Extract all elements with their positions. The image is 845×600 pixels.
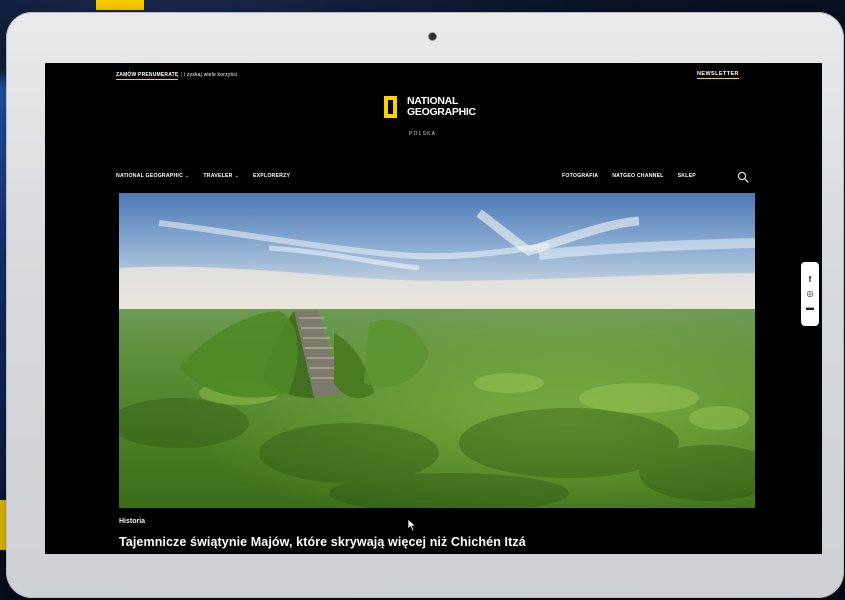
nav-item-national-geographic[interactable]: NATIONAL GEOGRAPHIC ⌄ xyxy=(116,173,189,179)
youtube-icon[interactable]: ▬ xyxy=(806,304,814,312)
subscribe-separator: | xyxy=(180,72,182,78)
mouse-cursor-icon xyxy=(407,518,417,532)
nav-item-sklep[interactable]: SKLEP xyxy=(678,173,696,179)
yellow-border-logo-icon xyxy=(384,96,397,118)
instagram-icon[interactable]: ◎ xyxy=(806,290,814,298)
main-nav-right: FOTOGRAFIA NATGEO CHANNEL SKLEP xyxy=(562,173,696,179)
logo-subtitle: POLSKA xyxy=(409,131,437,137)
scene: ZAMÓW PRENUMERATĘ | i zyskaj wiele korzyśc… xyxy=(0,0,845,600)
search-icon[interactable] xyxy=(737,171,749,183)
nav-item-label: TRAVELER xyxy=(203,173,233,179)
site-logo[interactable]: NATIONAL GEOGRAPHIC POLSKA xyxy=(384,94,504,138)
tablet-camera xyxy=(429,33,436,40)
tablet-screen: ZAMÓW PRENUMERATĘ | i zyskaj wiele korzyśc… xyxy=(45,63,822,554)
subscribe-bar: ZAMÓW PRENUMERATĘ | i zyskaj wiele korzyśc… xyxy=(116,72,238,80)
newsletter-link[interactable]: NEWSLETTER xyxy=(697,71,739,79)
nav-item-traveler[interactable]: TRAVELER ⌄ xyxy=(203,173,239,179)
logo-line-2: GEOGRAPHIC xyxy=(407,106,476,118)
background-yellow-accent-top xyxy=(96,0,144,10)
nav-item-label: NATIONAL GEOGRAPHIC xyxy=(116,173,184,179)
hero-image-maya-temple-jungle[interactable] xyxy=(119,193,755,508)
tablet-device: ZAMÓW PRENUMERATĘ | i zyskaj wiele korzyśc… xyxy=(6,12,844,598)
social-share-bar: f ◎ ▬ xyxy=(801,262,819,326)
subscribe-link[interactable]: ZAMÓW PRENUMERATĘ xyxy=(116,72,179,80)
nav-item-fotografia[interactable]: FOTOGRAFIA xyxy=(562,173,598,179)
main-nav-left: NATIONAL GEOGRAPHIC ⌄ TRAVELER ⌄ EXPLORERZ… xyxy=(116,173,290,179)
logo-wordmark: NATIONAL GEOGRAPHIC xyxy=(407,96,476,118)
chevron-down-icon: ⌄ xyxy=(234,173,239,179)
article-title[interactable]: Tajemnicze świątynie Majów, które skrywa… xyxy=(119,535,526,549)
nav-item-natgeo-channel[interactable]: NATGEO CHANNEL xyxy=(612,173,663,179)
chevron-down-icon: ⌄ xyxy=(185,173,190,179)
facebook-icon[interactable]: f xyxy=(806,276,814,284)
article-category[interactable]: Historia xyxy=(119,518,145,525)
nav-item-explorerzy[interactable]: EXPLORERZY xyxy=(253,173,290,179)
subscribe-tail-text: i zyskaj wiele korzyści xyxy=(183,72,238,78)
